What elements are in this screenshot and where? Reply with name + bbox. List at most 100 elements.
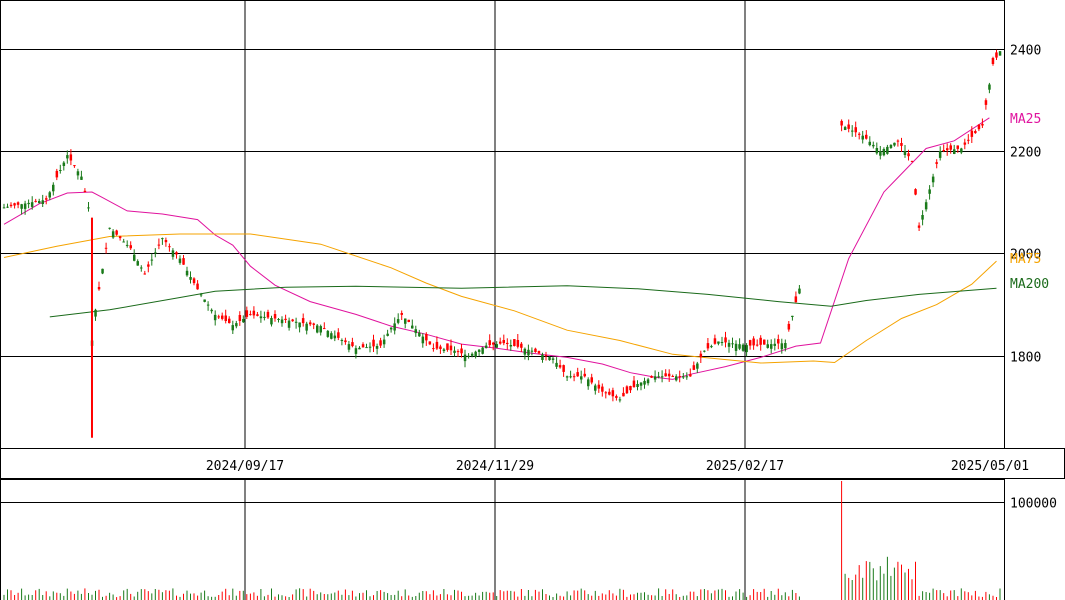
candle-body — [882, 149, 886, 156]
candle-body — [910, 161, 914, 163]
candle-body — [87, 207, 90, 209]
candle-body — [368, 346, 372, 348]
candle-body — [523, 348, 527, 355]
candle-body — [101, 268, 104, 274]
candle-body — [643, 380, 646, 385]
candle-body — [565, 376, 569, 378]
candle-body — [393, 323, 396, 331]
candle-body — [843, 127, 847, 130]
candle-body — [38, 201, 41, 204]
candle-body — [104, 247, 108, 249]
candle-body — [157, 244, 161, 246]
candle-body — [551, 358, 555, 360]
candle-body — [192, 278, 196, 284]
candle-body — [326, 330, 330, 337]
candle-body — [414, 329, 417, 334]
candle-body — [256, 314, 259, 316]
candle-body — [140, 267, 143, 269]
candle-body — [344, 340, 347, 343]
y-tick-label: 2200 — [1010, 146, 1041, 161]
candle-body — [682, 376, 685, 378]
candle-body — [171, 250, 175, 257]
candle-body — [506, 342, 509, 344]
candle-body — [858, 133, 861, 135]
candle-body — [752, 338, 755, 346]
candle-body — [30, 202, 34, 207]
candle-body — [484, 345, 488, 349]
candle-body — [703, 350, 706, 352]
candle-body — [636, 384, 639, 387]
candle-body — [305, 323, 308, 331]
candle-body — [770, 344, 773, 349]
candle-body — [865, 134, 868, 139]
candle-body — [541, 354, 544, 360]
candle-body — [382, 339, 386, 345]
candle-body — [69, 154, 73, 161]
candle-body — [470, 353, 474, 356]
candle-body — [938, 151, 942, 158]
candle-body — [361, 344, 365, 348]
candle-body — [249, 314, 252, 316]
candle-body — [453, 350, 456, 353]
candle-body — [242, 319, 245, 323]
legend-label-ma200: MA200 — [1010, 277, 1049, 292]
candle-body — [903, 151, 907, 155]
candle-body — [337, 332, 340, 338]
candle-body — [358, 347, 361, 350]
candle-body — [45, 198, 48, 200]
candle-body — [689, 374, 692, 377]
candle-body — [717, 341, 720, 344]
candle-body — [319, 326, 322, 333]
candle-body — [544, 355, 548, 357]
candle-body — [967, 139, 970, 141]
candle-body — [143, 273, 146, 275]
candle-body — [759, 337, 762, 345]
candle-body — [294, 321, 298, 323]
candle-body — [456, 351, 460, 353]
candle-body — [66, 155, 69, 159]
candle-body — [182, 258, 185, 265]
candle-body — [734, 343, 738, 351]
candle-body — [217, 316, 220, 318]
y-tick-label: 2400 — [1010, 44, 1041, 59]
candle-body — [991, 58, 995, 64]
candle-body — [773, 343, 776, 346]
candle-body — [277, 319, 280, 320]
candle-body — [108, 227, 111, 229]
candle-body — [442, 349, 446, 351]
candle-body — [745, 345, 748, 353]
candle-body — [664, 373, 667, 377]
candle-body — [780, 343, 784, 350]
candle-body — [720, 342, 724, 343]
candle-body — [629, 386, 632, 391]
candle-body — [52, 184, 55, 192]
candle-body — [692, 365, 696, 370]
candle-body — [164, 240, 168, 243]
candle-body — [727, 342, 731, 347]
candle-body — [956, 145, 959, 149]
x-tick-label: 2024/11/29 — [456, 459, 534, 474]
candle-body — [555, 362, 558, 367]
candle-body — [488, 340, 491, 346]
candle-body — [340, 340, 344, 341]
candle-body — [963, 142, 967, 145]
candle-body — [900, 143, 903, 146]
candle-body — [896, 140, 900, 142]
candle-body — [766, 344, 769, 348]
candle-body — [981, 123, 984, 126]
candle-body — [671, 376, 674, 377]
candle-body — [189, 277, 192, 280]
candle-body — [984, 100, 988, 105]
candle-body — [784, 343, 787, 349]
candle-body — [988, 84, 991, 90]
candle-body — [924, 202, 928, 210]
candle-body — [632, 380, 636, 388]
candle-body — [594, 385, 597, 391]
candle-body — [499, 341, 502, 344]
candle-body — [576, 372, 579, 377]
candle-body — [386, 333, 389, 336]
candle-body — [375, 346, 379, 349]
candle-body — [513, 339, 516, 346]
candle-body — [41, 200, 44, 204]
candle-body — [372, 339, 375, 347]
